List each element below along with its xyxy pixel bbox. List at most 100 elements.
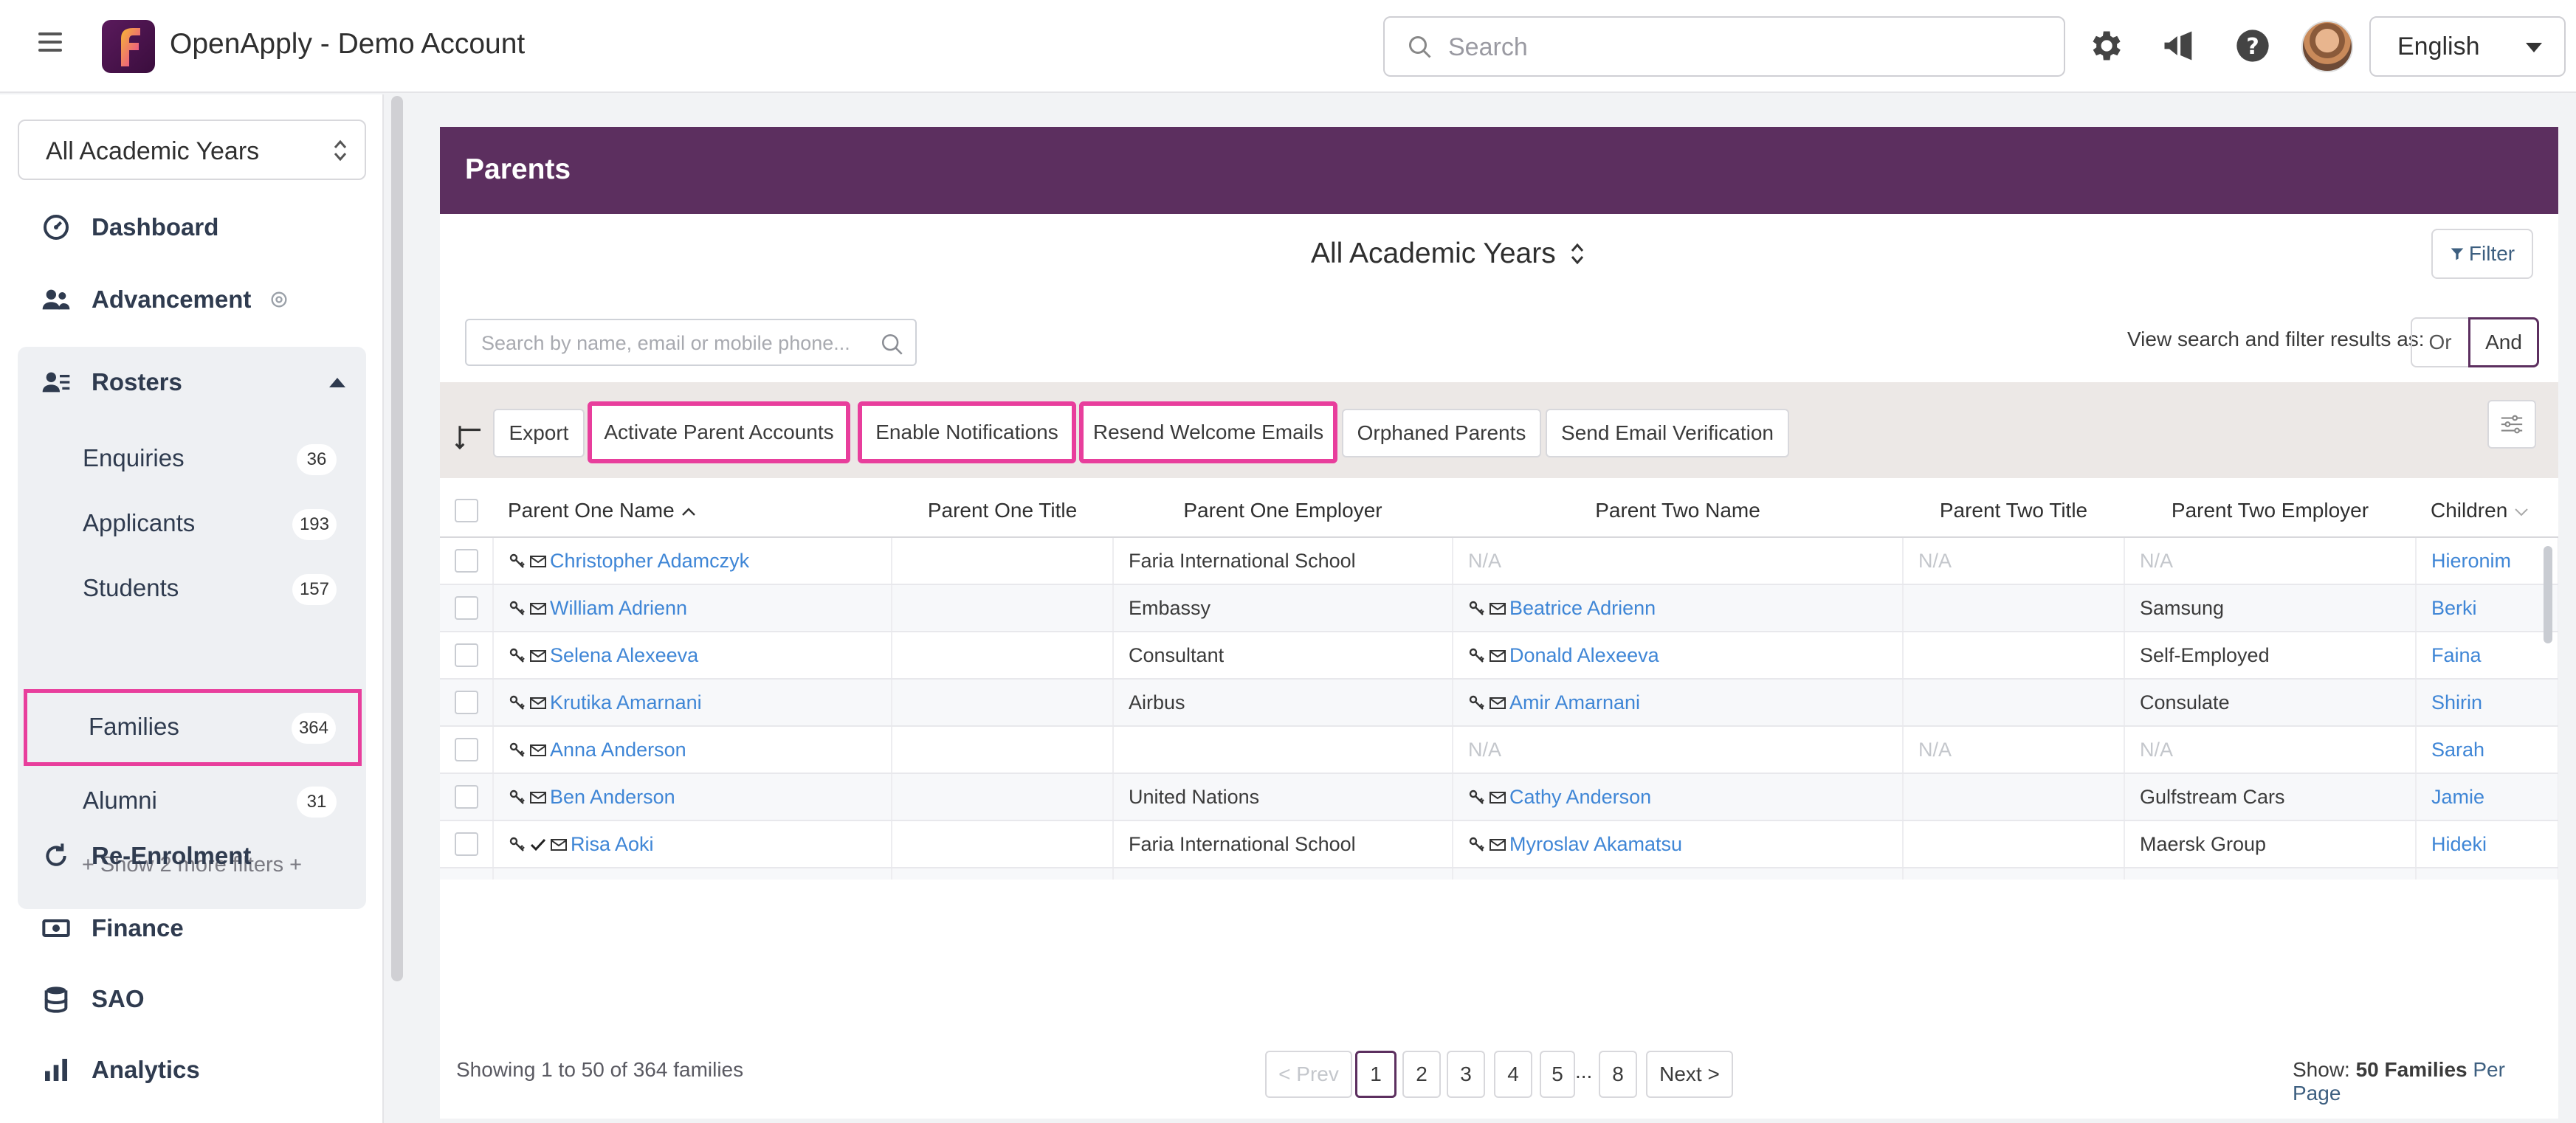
menu-icon[interactable] — [38, 32, 62, 53]
filter-button[interactable]: Filter — [2431, 229, 2533, 279]
row-checkbox[interactable] — [454, 832, 478, 857]
children-cell: Hideki — [2416, 820, 2558, 868]
table-row[interactable]: Christopher Adamczyk Faria International … — [440, 537, 2558, 585]
app-logo[interactable] — [102, 20, 155, 73]
rosters-section: Rosters Enquiries 36 Applicants 193 Stud… — [18, 347, 366, 909]
table-search-input[interactable] — [481, 329, 865, 357]
nav-sao[interactable]: SAO — [41, 984, 145, 1014]
sidebar-item-students[interactable]: Students 157 — [18, 556, 366, 621]
table-row[interactable]: Risa Aoki Faria International School Myros… — [440, 820, 2558, 868]
sidebar-scrollbar[interactable] — [391, 96, 403, 981]
send-email-verification-button[interactable]: Send Email Verification — [1546, 409, 1789, 457]
database-icon — [44, 986, 68, 1013]
sidebar-item-applicants[interactable]: Applicants 193 — [18, 491, 366, 556]
table-row[interactable]: Selena Alexeeva Consultant Donald Alexeeva… — [440, 632, 2558, 680]
sidebar-item-families[interactable]: Families 364 — [24, 689, 362, 766]
child-link[interactable]: Shirin — [2431, 691, 2482, 713]
user-avatar[interactable] — [2301, 21, 2353, 72]
parent-one-name-link[interactable]: Ben Anderson — [550, 786, 675, 808]
collapse-icon[interactable] — [329, 378, 345, 387]
column-header[interactable]: Parent Two Employer — [2124, 484, 2416, 538]
column-settings-button[interactable] — [2487, 400, 2536, 449]
nav-advancement[interactable]: Advancement — [41, 285, 289, 314]
parent-one-name-link[interactable]: Christopher Adamczyk — [550, 550, 749, 572]
column-header[interactable]: Children — [2416, 484, 2558, 538]
table-row[interactable]: Anna Anderson N/A N/A N/A Sarah — [440, 726, 2558, 774]
child-link[interactable]: Sarah — [2431, 739, 2484, 761]
table-scrollbar[interactable] — [2544, 546, 2552, 643]
parent-two-name-link[interactable]: Beatrice Adrienn — [1509, 597, 1656, 619]
and-toggle[interactable]: And — [2468, 317, 2539, 367]
table-search[interactable] — [465, 319, 917, 366]
page-8-button[interactable]: 8 — [1599, 1051, 1637, 1098]
global-search-input[interactable] — [1448, 30, 2039, 65]
gear-icon[interactable] — [2086, 27, 2124, 65]
page-5-button[interactable]: 5 — [1540, 1051, 1575, 1098]
bulk-select-arrow-icon[interactable] — [455, 422, 486, 453]
global-search[interactable] — [1383, 16, 2065, 77]
child-link[interactable]: Hieronim — [2431, 550, 2511, 572]
table-row[interactable]: Nancy Arnold EmbassyByron Arnold Unemploye… — [440, 868, 2558, 880]
table-row[interactable]: William Adrienn Embassy Beatrice Adrienn Sa… — [440, 584, 2558, 632]
column-header[interactable]: Parent Two Title — [1903, 484, 2124, 538]
parent-one-name-link[interactable]: William Adrienn — [550, 597, 687, 619]
sidebar-item-alumni[interactable]: Alumni 31 — [18, 769, 366, 834]
column-header[interactable]: Parent One Title — [892, 484, 1113, 538]
academic-year-selector[interactable]: All Academic Years — [1311, 238, 1585, 270]
row-checkbox[interactable] — [454, 785, 478, 809]
page-1-button[interactable]: 1 — [1355, 1051, 1397, 1098]
help-icon[interactable]: ? — [2234, 27, 2272, 65]
column-header[interactable]: Parent One Name — [493, 484, 892, 538]
select-all-checkbox[interactable] — [455, 499, 478, 523]
count-badge: 36 — [297, 444, 337, 475]
row-select-cell — [440, 820, 494, 868]
parent-one-name-link[interactable]: Selena Alexeeva — [550, 644, 698, 666]
table-row[interactable]: Ben Anderson United Nations Cathy Anderson… — [440, 773, 2558, 821]
next-page-button[interactable]: Next > — [1646, 1051, 1733, 1098]
sidebar-year-select[interactable]: All Academic Years — [18, 120, 366, 180]
prev-page-button[interactable]: < Prev — [1265, 1051, 1352, 1098]
resend-welcome-emails-button[interactable]: Resend Welcome Emails — [1079, 401, 1337, 463]
megaphone-icon[interactable] — [2160, 27, 2198, 65]
nav-finance[interactable]: Finance — [41, 913, 184, 943]
orphaned-parents-button[interactable]: Orphaned Parents — [1342, 409, 1541, 457]
child-link[interactable]: Berki — [2431, 597, 2477, 619]
nav-re-enrolment[interactable]: Re-Enrolment — [41, 841, 251, 871]
sidebar-item-enquiries[interactable]: Enquiries 36 — [18, 426, 366, 491]
advancement-gear-icon[interactable] — [269, 289, 289, 310]
column-header[interactable]: Parent One Employer — [1113, 484, 1453, 538]
per-page-selector[interactable]: Show: 50 Families Per Page — [2293, 1058, 2558, 1105]
key-icon — [1469, 789, 1484, 804]
table-row[interactable]: Krutika Amarnani Airbus Amir Amarnani Consu… — [440, 679, 2558, 727]
parent-two-name-link[interactable]: Amir Amarnani — [1509, 691, 1640, 713]
child-link[interactable]: Faina — [2431, 644, 2482, 666]
nav-rosters[interactable]: Rosters — [41, 367, 182, 397]
row-checkbox[interactable] — [454, 549, 478, 573]
or-toggle[interactable]: Or — [2411, 317, 2470, 367]
page-3-button[interactable]: 3 — [1447, 1051, 1485, 1098]
row-checkbox[interactable] — [454, 643, 478, 668]
parent-one-name-link[interactable]: Anna Anderson — [550, 739, 686, 761]
parent-two-name-link[interactable]: Donald Alexeeva — [1509, 644, 1659, 666]
parent-two-name-cell: Myroslav Akamatsu — [1453, 820, 1904, 868]
page-2-button[interactable]: 2 — [1402, 1051, 1441, 1098]
page-4-button[interactable]: 4 — [1494, 1051, 1532, 1098]
nav-dashboard[interactable]: Dashboard — [41, 212, 218, 242]
child-link[interactable]: Hideki — [2431, 833, 2487, 855]
nav-analytics[interactable]: Analytics — [41, 1055, 200, 1085]
parent-two-title-cell — [1903, 679, 2125, 727]
language-select[interactable]: English — [2369, 16, 2566, 77]
row-checkbox[interactable] — [454, 596, 478, 621]
child-link[interactable]: Jamie — [2431, 786, 2484, 808]
parent-two-name-link[interactable]: Cathy Anderson — [1509, 786, 1651, 808]
enable-notifications-button[interactable]: Enable Notifications — [858, 401, 1076, 463]
row-checkbox[interactable] — [454, 691, 478, 715]
parent-two-name-cell: N/A — [1453, 537, 1904, 585]
parent-one-name-link[interactable]: Risa Aoki — [571, 833, 654, 855]
column-header[interactable]: Parent Two Name — [1453, 484, 1903, 538]
activate-parent-accounts-button[interactable]: Activate Parent Accounts — [588, 401, 850, 463]
export-button[interactable]: Export — [493, 409, 585, 457]
parent-two-name-link[interactable]: Myroslav Akamatsu — [1509, 833, 1682, 855]
parent-one-name-link[interactable]: Krutika Amarnani — [550, 691, 702, 713]
row-checkbox[interactable] — [454, 738, 478, 762]
